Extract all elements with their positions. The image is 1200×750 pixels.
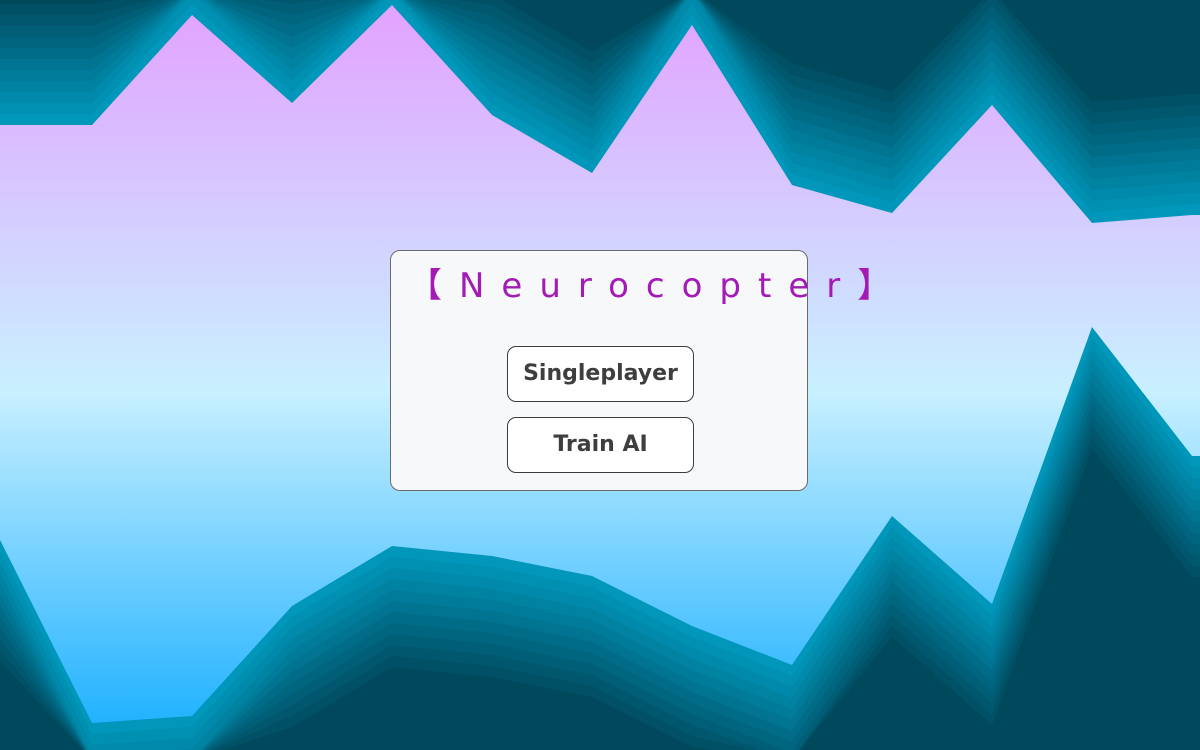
singleplayer-button[interactable]: Singleplayer bbox=[507, 346, 694, 402]
game-title: 【Neurocopter】 bbox=[408, 266, 909, 306]
train-ai-button[interactable]: Train AI bbox=[507, 417, 694, 473]
main-menu-panel: 【Neurocopter】 Singleplayer Train AI bbox=[390, 250, 909, 491]
